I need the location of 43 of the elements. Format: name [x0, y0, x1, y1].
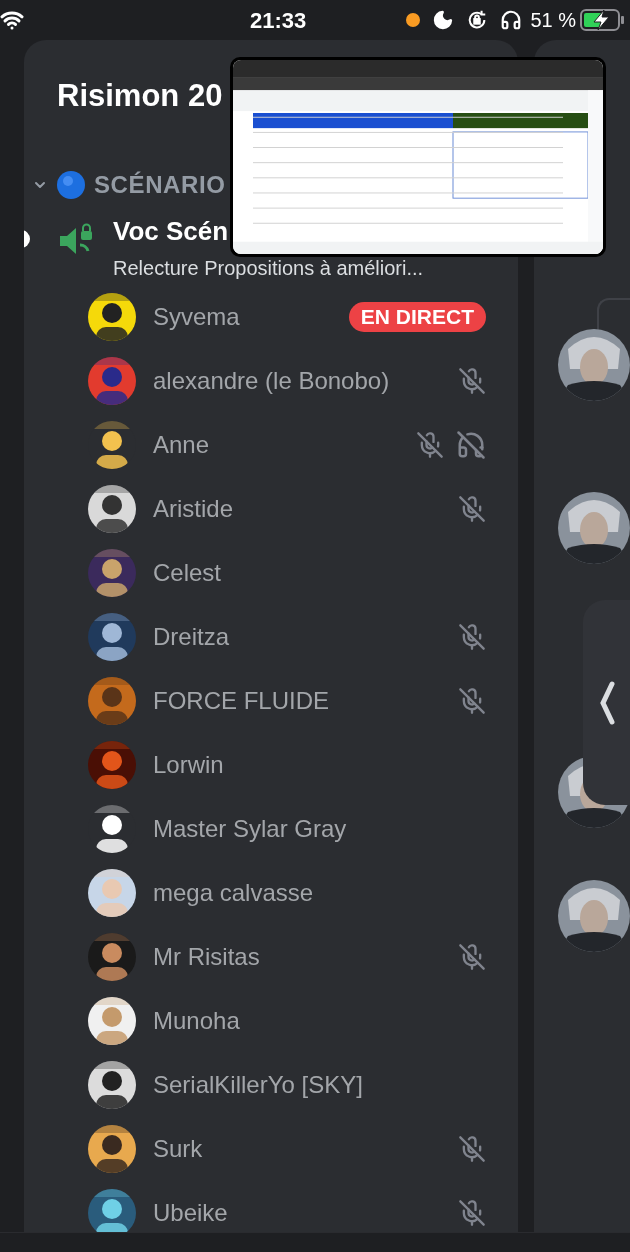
user-name: mega calvasse	[153, 878, 314, 908]
user-name: Master Sylar Gray	[153, 814, 347, 844]
channel-status: Relecture Propositions à améliori...	[113, 256, 424, 281]
moon-icon	[432, 9, 455, 31]
live-badge: EN DIRECT	[348, 302, 486, 332]
voice-user-row[interactable]: Munoha	[24, 989, 518, 1053]
voice-user-row[interactable]: Celest	[24, 541, 518, 605]
voice-user-row[interactable]: Syvema EN DIRECT	[24, 285, 518, 349]
user-name: Lorwin	[153, 750, 224, 780]
user-name: Surk	[153, 1134, 203, 1164]
user-name: Anne	[153, 430, 210, 460]
voice-user-row[interactable]: Surk	[24, 1117, 518, 1181]
server-title: Risimon 20	[57, 78, 224, 114]
voice-user-row[interactable]: Lorwin	[24, 733, 518, 797]
user-name: Munoha	[153, 1006, 240, 1036]
voice-user-row[interactable]: alexandre (le Bonobo)	[24, 349, 518, 413]
category-header[interactable]: SCÉNARIO	[32, 167, 226, 203]
voice-user-row[interactable]: Dreitza	[24, 605, 518, 669]
clock-time: 21:33	[250, 6, 307, 35]
chevron-left-icon	[599, 680, 615, 725]
voice-user-row[interactable]: FORCE FLUIDE	[24, 669, 518, 733]
user-name: Mr Risitas	[153, 942, 260, 972]
circle-emoji-icon	[56, 170, 86, 200]
drawer-handle[interactable]	[583, 600, 630, 805]
voice-user-row[interactable]: Master Sylar Gray	[24, 797, 518, 861]
battery-percent: 51 %	[530, 8, 576, 33]
voice-user-row[interactable]: Anne	[24, 413, 518, 477]
voice-user-row[interactable]: Mr Risitas	[24, 925, 518, 989]
user-name: Dreitza	[153, 622, 230, 652]
user-name: SerialKillerYo [SKY]	[153, 1070, 363, 1100]
user-name: Celest	[153, 558, 222, 588]
user-name: Ubeike	[153, 1198, 228, 1228]
voice-channel-name[interactable]: Voc Scén	[113, 215, 229, 247]
user-name: Aristide	[153, 494, 234, 524]
user-name: alexandre (le Bonobo)	[153, 366, 390, 396]
user-name: FORCE FLUIDE	[153, 686, 329, 716]
voice-user-row[interactable]: SerialKillerYo [SKY]	[24, 1053, 518, 1117]
voice-user-row[interactable]: mega calvasse	[24, 861, 518, 925]
privacy-indicator	[406, 13, 421, 27]
user-name: Syvema	[153, 302, 240, 332]
voice-user-row[interactable]: Aristide	[24, 477, 518, 541]
headphones-icon	[500, 9, 523, 31]
battery-charging-icon	[580, 8, 626, 32]
